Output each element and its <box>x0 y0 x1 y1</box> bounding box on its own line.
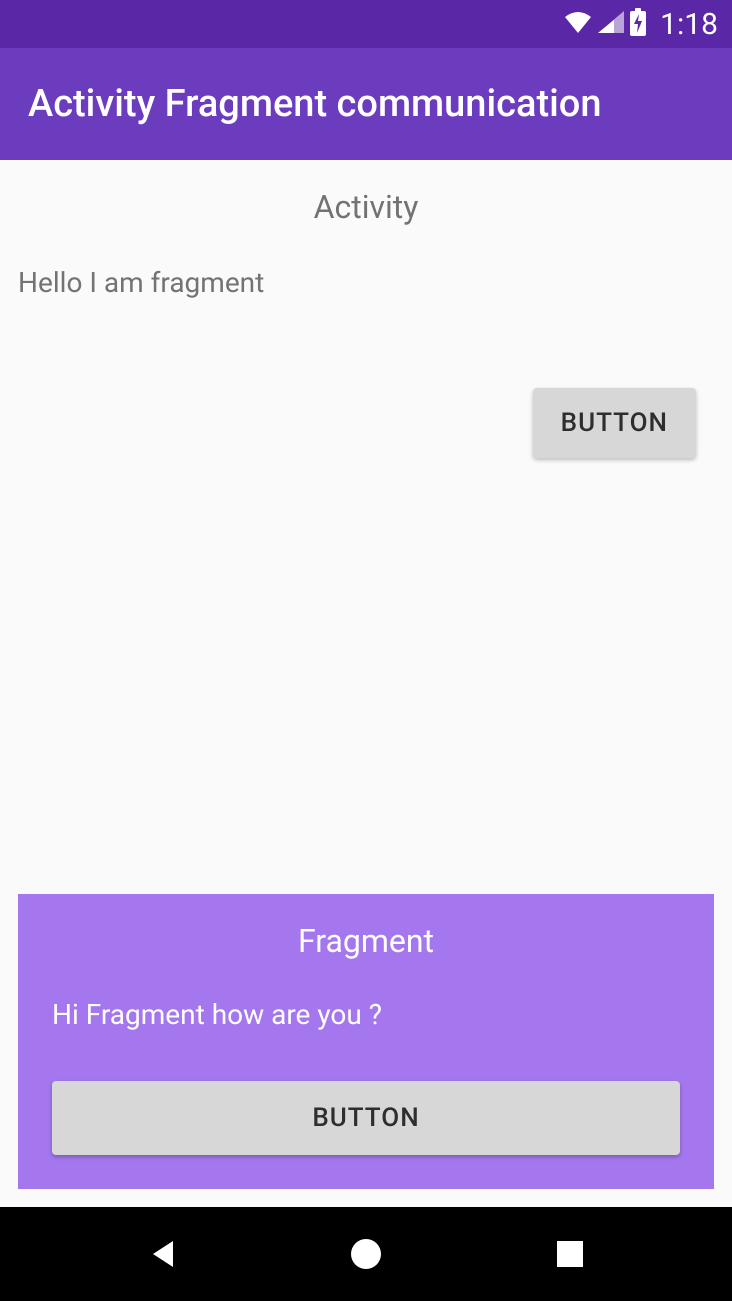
fragment-message: Hi Fragment how are you ? <box>52 998 680 1031</box>
fragment-title: Fragment <box>52 922 680 960</box>
activity-section: Activity Hello I am fragment BUTTON <box>0 160 732 894</box>
app-bar: Activity Fragment communication <box>0 48 732 160</box>
wifi-icon <box>562 9 594 39</box>
status-bar: 1:18 <box>0 0 732 48</box>
activity-message: Hello I am fragment <box>18 266 714 299</box>
status-icons <box>562 7 648 41</box>
home-button[interactable] <box>346 1234 386 1274</box>
battery-icon <box>628 7 648 41</box>
status-time: 1:18 <box>660 7 718 42</box>
cellular-icon <box>596 9 626 39</box>
content-area: Activity Hello I am fragment BUTTON Frag… <box>0 160 732 1207</box>
fragment-section: Fragment Hi Fragment how are you ? BUTTO… <box>18 894 714 1189</box>
navigation-bar <box>0 1207 732 1301</box>
app-title: Activity Fragment communication <box>28 82 602 126</box>
recents-button[interactable] <box>550 1234 590 1274</box>
back-button[interactable] <box>142 1234 182 1274</box>
activity-button[interactable]: BUTTON <box>533 388 696 458</box>
fragment-button[interactable]: BUTTON <box>52 1081 680 1155</box>
activity-title: Activity <box>18 188 714 226</box>
